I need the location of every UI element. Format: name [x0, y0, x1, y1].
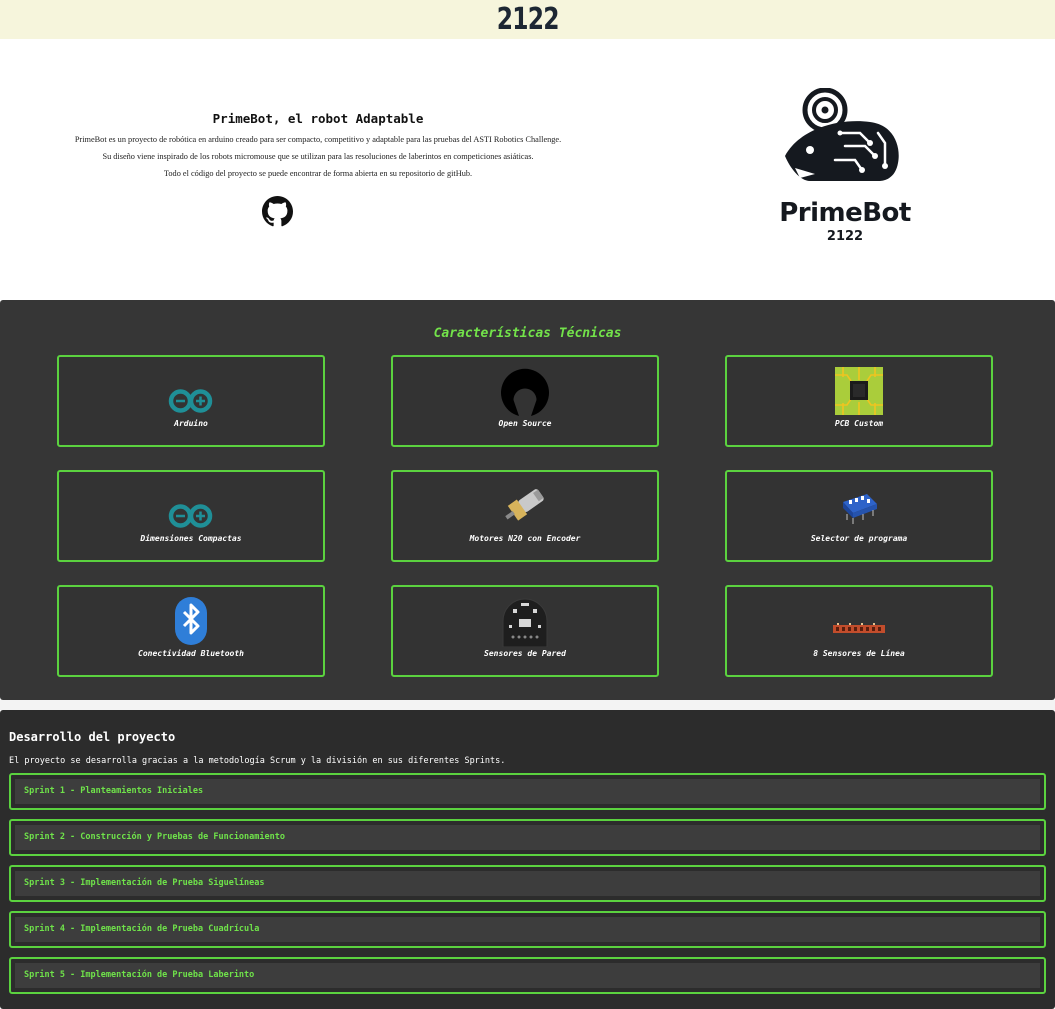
features-title: Características Técnicas — [433, 326, 622, 341]
feature-card-bluetooth[interactable]: Conectividad Bluetooth — [57, 585, 325, 677]
motor-icon — [505, 489, 544, 521]
hero-title: PrimeBot, el robot Adaptable — [212, 111, 424, 126]
sprint-accordion-2[interactable]: Sprint 2 - Construcción y Pruebas de Fun… — [9, 819, 1046, 856]
feature-card-open-source[interactable]: Open Source — [391, 355, 659, 447]
feature-label: Sensores de Pared — [484, 649, 566, 658]
feature-card-compact[interactable]: Dimensiones Compactas — [57, 470, 325, 562]
development-title: Desarrollo del proyecto — [9, 730, 176, 744]
feature-card-line-sensors[interactable]: 8 Sensores de Línea — [725, 585, 993, 677]
hero-paragraph-3: Todo el código del proyecto se puede enc… — [163, 169, 473, 178]
sprint-title: Sprint 2 - Construcción y Pruebas de Fun… — [24, 832, 285, 842]
line-sensor-icon — [833, 623, 885, 633]
open-source-icon — [501, 368, 549, 416]
sprint-title: Sprint 5 - Implementación de Prueba Labe… — [24, 970, 255, 980]
sprint-accordion-1[interactable]: Sprint 1 - Planteamientos Iniciales — [9, 773, 1046, 810]
development-section: Desarrollo del proyecto El proyecto se d… — [0, 710, 1055, 1009]
sprint-accordion-3[interactable]: Sprint 3 - Implementación de Prueba Sigu… — [9, 865, 1046, 902]
hero-paragraph-1: PrimeBot es un proyecto de robótica en a… — [74, 135, 562, 144]
hero-text: PrimeBot, el robot Adaptable PrimeBot es… — [40, 111, 596, 186]
pcb-chip-icon — [835, 367, 883, 415]
arduino-icon — [168, 389, 213, 413]
feature-label: Open Source — [498, 419, 552, 428]
hero-section: PrimeBot, el robot Adaptable PrimeBot es… — [0, 39, 1055, 300]
feature-card-arduino[interactable]: Arduino — [57, 355, 325, 447]
wall-sensor-icon — [502, 598, 548, 647]
primebot-logo: PrimeBot 2122 — [770, 87, 920, 248]
sprint-title: Sprint 4 - Implementación de Prueba Cuad… — [24, 924, 260, 934]
feature-card-wall-sensors[interactable]: Sensores de Pared — [391, 585, 659, 677]
hero-paragraph-2: Su diseño viene inspirado de los robots … — [102, 152, 534, 161]
feature-label: PCB Custom — [834, 419, 884, 428]
top-banner: 2122 — [0, 0, 1055, 39]
sprint-title: Sprint 1 - Planteamientos Iniciales — [24, 786, 204, 796]
feature-card-selector[interactable]: Selector de programa — [725, 470, 993, 562]
sprint-accordion-5[interactable]: Sprint 5 - Implementación de Prueba Labe… — [9, 957, 1046, 994]
logo-name: PrimeBot — [779, 198, 911, 228]
arduino-icon — [168, 504, 213, 528]
feature-label: 8 Sensores de Línea — [813, 649, 905, 658]
feature-label: Motores N20 con Encoder — [469, 534, 581, 543]
feature-label: Conectividad Bluetooth — [138, 649, 244, 658]
section-divider — [0, 700, 1055, 710]
sprint-accordion-4[interactable]: Sprint 4 - Implementación de Prueba Cuad… — [9, 911, 1046, 948]
features-section: Características Técnicas Arduino Open So… — [0, 300, 1055, 700]
dip-switch-icon — [843, 494, 877, 524]
feature-label: Dimensiones Compactas — [140, 534, 242, 543]
feature-label: Arduino — [174, 419, 208, 428]
github-icon[interactable] — [262, 196, 293, 227]
logo-year: 2122 — [826, 229, 864, 244]
feature-card-pcb[interactable]: PCB Custom — [725, 355, 993, 447]
banner-year: 2122 — [496, 2, 559, 37]
bluetooth-icon — [175, 597, 207, 645]
development-description: El proyecto se desarrolla gracias a la m… — [9, 756, 506, 766]
feature-label: Selector de programa — [810, 534, 908, 543]
sprint-title: Sprint 3 - Implementación de Prueba Sigu… — [24, 878, 265, 888]
robot-mouse-icon — [785, 87, 899, 181]
feature-card-motors[interactable]: Motores N20 con Encoder — [391, 470, 659, 562]
